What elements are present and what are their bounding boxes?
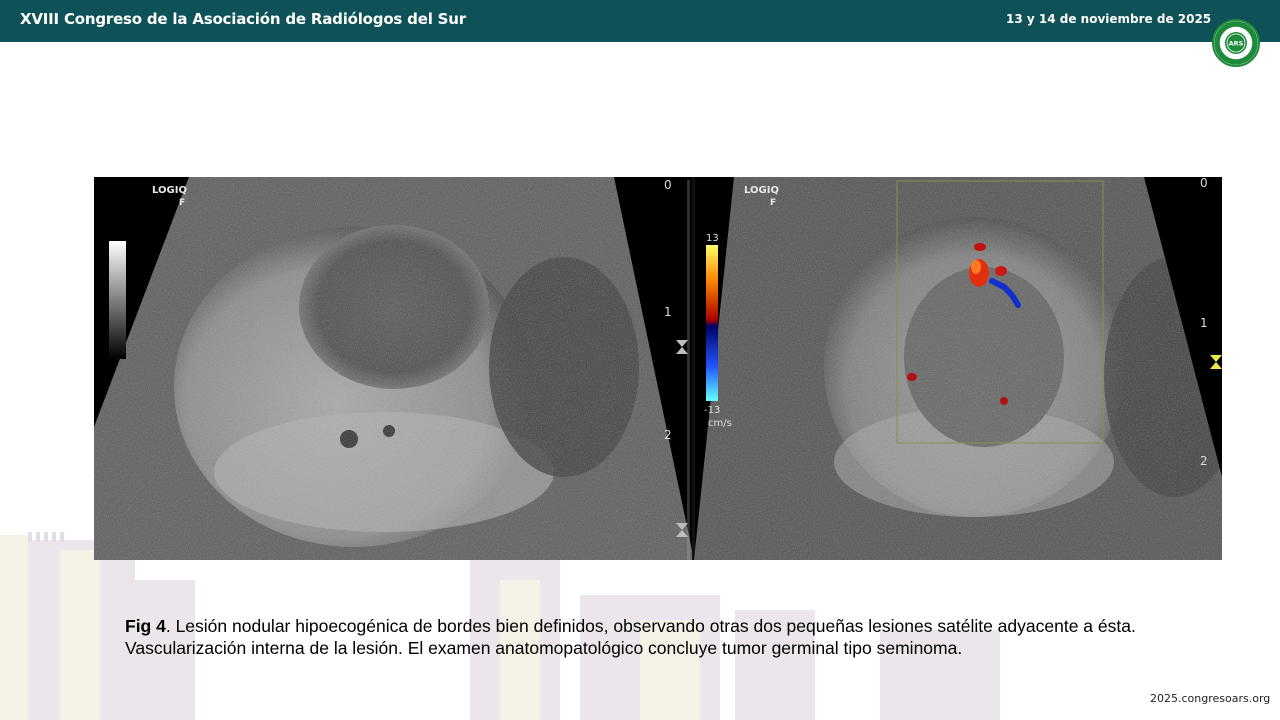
congress-date: 13 y 14 de noviembre de 2025 — [1006, 12, 1212, 26]
ultrasound-left: LOGIQ F 0 1 2 — [94, 177, 695, 560]
right-mode: F — [770, 198, 776, 208]
ars-logo: ARS — [1212, 19, 1260, 67]
figure-caption: Fig 4. Lesión nodular hipoecogénica de b… — [125, 615, 1165, 659]
left-brand: LOGIQ — [152, 185, 187, 196]
velocity-max: 13 — [706, 233, 719, 244]
right-depth-scale — [1210, 355, 1222, 369]
footer-website: 2025.congresoars.org — [1150, 692, 1271, 705]
grayscale-bar — [109, 241, 126, 359]
left-depth-2: 2 — [664, 428, 672, 442]
ultrasound-right: 13 -13 cm/s LOGIQ F 0 1 2 — [694, 177, 1222, 560]
velocity-unit: cm/s — [708, 418, 732, 429]
velocity-min: -13 — [704, 405, 720, 416]
logo-initials: ARS — [1229, 40, 1244, 48]
right-depth-0: 0 — [1200, 177, 1208, 190]
left-depth-1: 1 — [664, 305, 672, 319]
right-depth-1: 1 — [1200, 316, 1208, 330]
figure-label: Fig 4 — [125, 616, 166, 636]
right-brand: LOGIQ — [744, 185, 779, 196]
header-bar: XVIII Congreso de la Asociación de Radió… — [0, 0, 1280, 42]
velocity-color-bar — [706, 245, 718, 401]
left-depth-0: 0 — [664, 178, 672, 192]
congress-title: XVIII Congreso de la Asociación de Radió… — [20, 10, 466, 28]
right-depth-2: 2 — [1200, 454, 1208, 468]
left-mode: F — [179, 198, 185, 208]
figure-caption-text: . Lesión nodular hipoecogénica de bordes… — [125, 616, 1136, 658]
ultrasound-figure: LOGIQ F 0 1 2 13 -13 cm/s LOGIQ F 0 1 2 — [94, 177, 1222, 560]
